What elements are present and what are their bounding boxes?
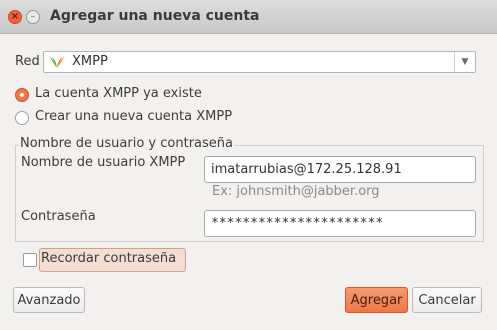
network-selected: XMPP [72,54,108,69]
password-input[interactable]: ********************** [204,210,476,237]
username-hint: Ex: johnsmith@jabber.org [212,184,380,199]
remember-checkbox[interactable] [23,253,37,267]
credentials-legend: Nombre de usuario y contraseña [19,136,234,151]
radio-create-label[interactable]: Crear una nueva cuenta XMPP [35,109,232,124]
close-icon[interactable]: × [8,10,22,24]
password-label: Contraseña [21,209,96,224]
radio-existing-label[interactable]: La cuenta XMPP ya existe [35,86,202,101]
network-label: Red [15,54,40,69]
window-title: Agregar una nueva cuenta [50,8,260,24]
remember-label[interactable]: Recordar contraseña [41,251,176,266]
title-bar: × – Agregar una nueva cuenta [0,0,497,34]
xmpp-logo-icon [49,56,65,68]
add-button[interactable]: Agregar [345,287,408,313]
radio-existing-account[interactable] [15,88,29,102]
minimize-icon[interactable]: – [26,10,40,24]
chevron-down-icon[interactable]: ▼ [454,52,475,72]
username-label: Nombre de usuario XMPP [21,155,186,170]
username-input[interactable]: imatarrubias@172.25.128.91 [204,156,476,183]
advanced-button[interactable]: Avanzado [13,287,85,313]
radio-create-account[interactable] [15,111,29,125]
cancel-button[interactable]: Cancelar [412,287,482,313]
network-combo[interactable]: XMPP ▼ [43,51,476,73]
